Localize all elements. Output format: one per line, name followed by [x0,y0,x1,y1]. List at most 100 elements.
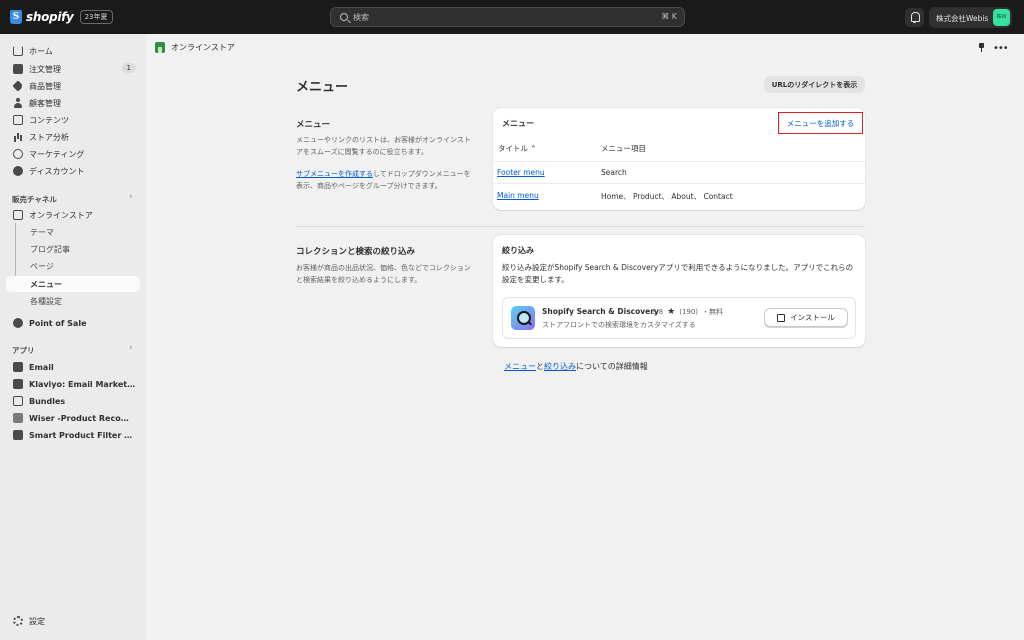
learn-more-filters-link[interactable]: 絞り込み [544,362,576,371]
install-button[interactable]: インストール [764,308,848,327]
klaviyo-app-icon [13,379,23,389]
store-avatar: 株W [993,9,1010,26]
discount-icon [13,166,23,176]
sidebar-item-content[interactable]: コンテンツ [6,112,140,128]
row-divider [493,183,865,184]
gear-icon [13,616,23,626]
app-name: Shopify Search & Discovery [542,307,659,316]
online-store-icon [13,210,23,220]
search-input[interactable] [353,11,613,24]
pin-icon[interactable] [978,43,985,52]
customers-icon [13,98,23,108]
sales-channels-title: 販売チャネル [12,195,57,204]
wiser-app-icon [13,413,23,423]
breadcrumb-label: オンラインストア [171,43,235,52]
sidebar-item-label: 顧客管理 [29,98,61,108]
page-title: メニュー [296,80,349,95]
app-listing: Shopify Search & Discovery 3.8 ★ (190) ・… [502,297,856,339]
sidebar-app-bundles[interactable]: Bundles [6,393,140,409]
filters-card-title: 絞り込み [502,246,534,255]
orders-icon [13,64,23,74]
bell-icon[interactable] [905,8,924,27]
app-subtitle: ストアフロントでの検索環境をカスタマイズする [542,321,696,329]
sidebar-item-label: Bundles [29,396,66,406]
app-meta: 3.8 ★ (190) ・無料 [652,307,723,317]
apps-icon [777,313,786,322]
sidebar-app-smart-filter[interactable]: Smart Product Filter & Search [6,427,140,443]
sidebar-item-customers[interactable]: 顧客管理 [6,95,140,111]
app-price: ・無料 [702,308,724,316]
sidebar-item-label: ホーム [29,46,53,56]
sidebar-item-orders[interactable]: 注文管理 1 [6,61,140,77]
sidebar-app-email[interactable]: Email [6,359,140,375]
sidebar-subitem-label: メニュー [30,279,62,289]
more-icon[interactable]: ••• [993,43,1009,54]
sidebar-subitem-blog[interactable]: ブログ記事 [6,241,140,257]
sidebar-subitem-menus[interactable]: メニュー [6,276,140,292]
menu-title-link[interactable]: Main menu [497,191,539,200]
section-divider [296,226,865,227]
chevron-right-icon[interactable]: › [129,192,133,202]
sidebar-item-discounts[interactable]: ディスカウント [6,163,140,179]
app-rating: 3.8 [652,308,664,316]
sidebar-app-klaviyo[interactable]: Klaviyo: Email Marketing & SMS [6,376,140,392]
create-submenu-link[interactable]: サブメニューを作成する [296,170,373,178]
submenu-desc: サブメニューを作成するしてドロップダウンメニューを表示、商品やページをグループ分… [296,168,474,192]
sidebar-item-label: 設定 [29,616,45,626]
learn-more-menus-link[interactable]: メニュー [504,362,536,371]
marketing-icon [13,149,23,159]
menu-title-link[interactable]: Footer menu [497,168,545,177]
add-menu-button[interactable]: メニューを追加する [778,112,863,134]
sidebar-subitem-preferences[interactable]: 各種設定 [6,293,140,309]
sidebar-app-wiser[interactable]: Wiser -Product Recommendations [6,410,140,426]
sidebar-item-label: 商品管理 [29,81,61,91]
sidebar-item-home[interactable]: ホーム [6,43,140,59]
sidebar-item-point-of-sale[interactable]: Point of Sale [6,315,140,331]
view-url-redirects-button[interactable]: URLのリダイレクトを表示 [764,76,865,93]
sidebar-item-settings[interactable]: 設定 [6,613,140,629]
sidebar-item-label: 注文管理 [29,64,61,74]
filters-card-desc: 絞り込み設定がShopify Search & Discoveryアプリで利用で… [502,263,854,284]
sidebar-subitem-pages[interactable]: ページ [6,258,140,274]
email-app-icon [13,362,23,372]
sidebar-item-label: Smart Product Filter & Search [29,430,137,440]
breadcrumb[interactable]: オンラインストア [155,42,235,53]
filters-section-desc: お客様が商品の出品状況、価格、色などでコレクションと検索結果を絞り込めるようにし… [296,264,471,284]
app-reviews: (190) [679,308,699,316]
sidebar-item-online-store[interactable]: オンラインストア [6,207,140,223]
store-name: 株式会社Webis [936,14,989,23]
store-switcher[interactable]: 株式会社Webis 株W [929,7,1012,28]
bundles-app-icon [13,396,23,406]
chevron-right-icon[interactable]: › [129,343,133,353]
sidebar-item-label: Klaviyo: Email Marketing & SMS [29,379,137,389]
sidebar-subitem-label: ブログ記事 [30,244,70,254]
column-header-title[interactable]: タイトル ⌃ [498,143,537,154]
column-header-items: メニュー項目 [601,144,646,153]
search-discovery-app-icon [511,306,535,330]
install-label: インストール [790,313,835,322]
sort-icon: ⌃ [530,144,537,153]
star-icon: ★ [667,307,676,317]
menus-card: メニュー メニューを追加する タイトル ⌃ メニュー項目 Footer menu… [493,108,865,210]
shopify-bag-icon: S [10,10,22,24]
sidebar-item-analytics[interactable]: ストア分析 [6,129,140,145]
sidebar-item-label: Point of Sale [29,318,87,328]
sidebar-item-label: オンラインストア [29,210,93,220]
online-store-icon [155,42,165,53]
shopify-logo[interactable]: S shopify 23年夏 [10,10,113,24]
menus-section-title: メニュー [296,120,331,130]
home-icon [13,46,23,56]
menu-items-cell: Search [601,168,627,177]
products-icon [12,80,24,92]
menus-section-desc: メニューやリンクのリストは、お客様がオンラインストアをスムーズに閲覧するのに役立… [296,136,471,156]
sidebar: ホーム 注文管理 1 商品管理 顧客管理 コンテンツ ストア分析 マーケティング… [0,34,146,640]
logo-text: shopify [26,10,74,24]
sidebar-item-marketing[interactable]: マーケティング [6,146,140,162]
sidebar-subitem-label: 各種設定 [30,296,62,306]
sidebar-item-label: ディスカウント [29,166,85,176]
search-icon [340,13,348,21]
apps-title: アプリ [12,346,35,355]
sidebar-subitem-themes[interactable]: テーマ [6,224,140,240]
search-bar[interactable]: ⌘ K [330,7,685,27]
sidebar-item-products[interactable]: 商品管理 [6,78,140,94]
